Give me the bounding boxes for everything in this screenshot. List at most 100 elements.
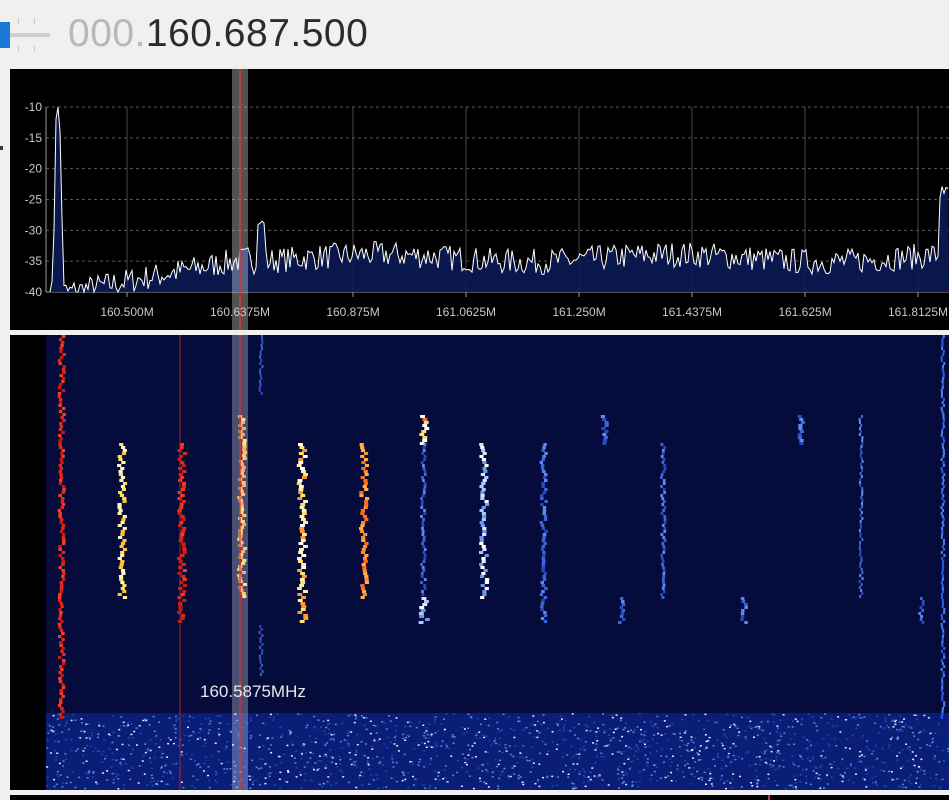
noise-pixel <box>392 766 395 768</box>
noise-pixel <box>395 735 398 737</box>
noise-pixel <box>582 781 585 784</box>
signal-trace <box>300 467 305 470</box>
noise-pixel <box>261 722 264 724</box>
noise-pixel <box>638 781 641 783</box>
noise-pixel <box>313 768 315 771</box>
signal-trace <box>479 521 484 524</box>
noise-pixel <box>679 732 681 735</box>
signal-trace <box>58 410 63 413</box>
noise-pixel <box>787 743 790 746</box>
signal-trace <box>59 347 63 350</box>
signal-trace <box>601 427 606 430</box>
signal-trace <box>662 458 666 461</box>
signal-trace <box>60 461 64 464</box>
signal-trace <box>61 575 65 578</box>
noise-pixel <box>792 786 794 788</box>
noise-pixel <box>609 738 612 740</box>
signal-trace <box>662 449 665 452</box>
noise-pixel <box>755 769 758 772</box>
signal-trace <box>542 491 547 494</box>
spectrum-canvas[interactable]: -10-15-20-25-30-35-40 160.500M 160.6375M 1… <box>10 69 949 330</box>
signal-trace <box>362 557 368 560</box>
noise-pixel <box>578 773 581 775</box>
signal-trace <box>122 590 127 593</box>
noise-pixel <box>194 760 197 762</box>
signal-trace <box>59 374 63 377</box>
noise-pixel <box>196 738 199 740</box>
noise-pixel <box>584 776 587 778</box>
noise-pixel <box>648 745 651 748</box>
signal-trace <box>941 527 944 530</box>
noise-pixel <box>445 713 448 715</box>
signal-trace <box>259 673 262 676</box>
signal-trace <box>544 479 548 482</box>
noise-pixel <box>50 729 53 732</box>
noise-pixel <box>130 753 133 755</box>
signal-trace <box>541 569 545 572</box>
noise-pixel <box>637 749 640 751</box>
signal-trace <box>602 418 607 421</box>
signal-trace <box>941 515 944 518</box>
noise-pixel <box>300 752 303 755</box>
frequency-digits[interactable]: 160.687.500 <box>146 12 368 55</box>
noise-pixel <box>764 761 767 764</box>
noise-pixel <box>775 759 778 761</box>
noise-pixel <box>750 782 753 784</box>
signal-trace <box>660 485 663 488</box>
noise-pixel <box>191 785 194 787</box>
noise-pixel <box>61 731 64 733</box>
noise-pixel <box>551 775 554 778</box>
noise-pixel <box>761 729 764 732</box>
waterfall-display[interactable]: 160.5875MHz <box>10 335 949 790</box>
signal-trace <box>941 572 944 575</box>
signal-trace <box>60 605 64 608</box>
noise-pixel <box>208 779 211 782</box>
signal-trace <box>860 556 863 559</box>
signal-trace <box>941 713 944 716</box>
noise-pixel <box>309 751 312 754</box>
noise-pixel <box>900 767 902 769</box>
signal-trace <box>541 527 546 530</box>
noise-pixel <box>120 725 123 727</box>
signal-trace <box>482 467 487 470</box>
noise-pixel <box>383 722 385 724</box>
signal-trace <box>298 458 304 461</box>
noise-pixel <box>604 729 607 732</box>
gain-slider-thumb[interactable] <box>0 22 10 48</box>
noise-pixel <box>194 787 197 789</box>
noise-pixel <box>684 730 687 732</box>
spectrum-plot[interactable]: -10 -15 -20 -25 -30 -35 -40 160.500M 160.6375M 1… <box>10 69 949 330</box>
noise-pixel <box>855 727 858 730</box>
noise-pixel <box>55 783 58 785</box>
noise-pixel <box>483 736 486 739</box>
noise-pixel <box>753 726 756 728</box>
noise-pixel <box>370 774 373 776</box>
noise-pixel <box>407 786 410 789</box>
waterfall-canvas[interactable] <box>10 335 949 790</box>
noise-pixel <box>408 720 411 723</box>
signal-trace <box>58 680 63 683</box>
signal-trace <box>858 481 861 484</box>
signal-trace <box>480 446 485 449</box>
noise-pixel <box>425 730 428 732</box>
noise-pixel <box>833 761 836 763</box>
signal-trace <box>661 563 664 566</box>
noise-pixel <box>723 781 726 783</box>
noise-pixel <box>310 779 313 782</box>
signal-trace <box>798 427 803 430</box>
signal-trace <box>58 545 62 548</box>
noise-pixel <box>54 759 57 761</box>
signal-trace <box>861 493 864 496</box>
noise-pixel <box>444 777 447 779</box>
frequency-display[interactable]: 000.160.687.500 <box>68 12 368 56</box>
signal-trace <box>182 578 187 581</box>
noise-pixel <box>848 713 850 716</box>
noise-pixel <box>442 718 445 720</box>
signal-trace <box>62 353 66 356</box>
noise-pixel <box>165 772 168 774</box>
frequency-leading-digits[interactable]: 000. <box>68 12 146 55</box>
noise-pixel <box>493 740 496 742</box>
signal-trace <box>58 614 63 617</box>
noise-pixel <box>532 715 535 717</box>
slider-tick <box>34 46 35 52</box>
